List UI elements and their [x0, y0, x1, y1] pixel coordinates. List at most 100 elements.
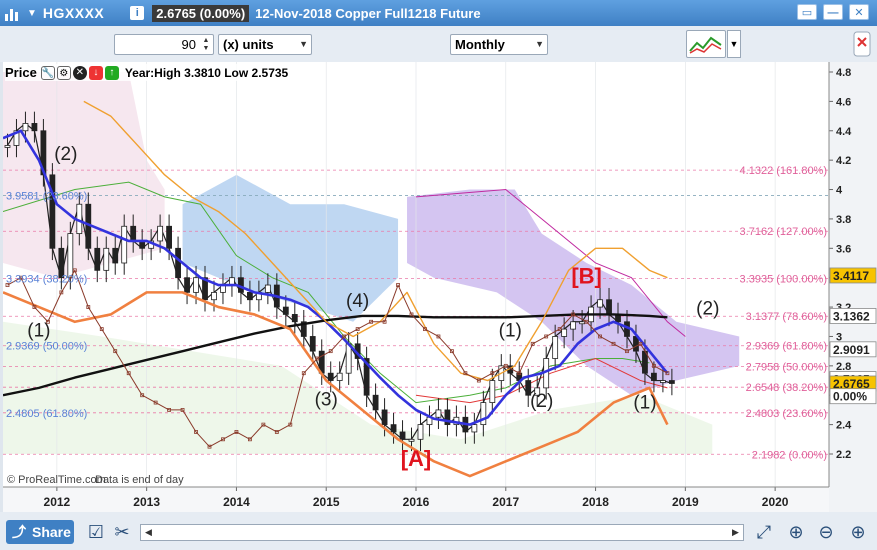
chart-tools-dropdown[interactable]: ▼ [727, 30, 741, 58]
expand-chart-icon[interactable]: ⤢ [752, 520, 776, 544]
chart-header: Price 🔧 ⚙ ✕ ↓ ↑ Year:High 3.3810 Low 2.5… [5, 64, 289, 81]
title-bar: ▼ HGXXXX i 2.6765 (0.00%) 12-Nov-2018 Co… [0, 0, 877, 26]
chart-scrollbar[interactable]: ◀ ▶ [140, 524, 744, 541]
toolbar: 90 ▲ ▼ (x) units ▼ Monthly ▼ ▼ [0, 26, 877, 62]
candle-body [264, 284, 271, 293]
candle-body [597, 299, 603, 308]
fib-label: 2.1982 (0.00%) [752, 449, 827, 461]
candle-body [166, 225, 172, 249]
fib-label: 3.7162 (127.00%) [740, 226, 827, 238]
wave-label: (1) [27, 320, 50, 341]
chart-canvas[interactable]: 4.1322 (161.80%) 3.7162 (127.00%) 3.3935 (… [3, 62, 877, 512]
y-tick-label: 4.2 [836, 155, 851, 167]
share-button[interactable]: ⤴ Share [6, 520, 74, 544]
stepper-arrows-icon[interactable]: ▲ ▼ [201, 37, 211, 53]
wave-label: (2) [54, 144, 77, 165]
candle-body [399, 431, 406, 440]
scroll-right-icon[interactable]: ▶ [728, 525, 743, 540]
wave-label: (2) [530, 391, 553, 412]
app-logo-icon [5, 5, 23, 21]
candle-body [175, 247, 181, 279]
candle-body [579, 321, 585, 325]
candle-body [103, 247, 110, 271]
price-change: 2.6765 (0.00%) [152, 4, 250, 22]
candle-body [22, 123, 29, 132]
price-chart[interactable]: 4.1322 (161.80%) 3.7162 (127.00%) 3.3935 (… [3, 62, 877, 512]
y-tick-label: 4.8 [836, 67, 851, 79]
fib-label: 3.3935 (100.00%) [740, 274, 827, 286]
candle-body [336, 372, 343, 381]
candle-body [327, 372, 334, 381]
candle-body [193, 277, 199, 293]
zoom-in-icon[interactable]: ⊕ [846, 520, 870, 544]
zoom-out-icon[interactable]: ⊖ [814, 520, 838, 544]
up-arrow-icon[interactable]: ↑ [104, 65, 119, 80]
scissors-icon[interactable]: ✂ [110, 520, 134, 544]
price-badge-label: 3.1362 [833, 309, 870, 323]
y-tick-label: 4.4 [836, 126, 852, 138]
candle-body [31, 123, 38, 132]
info-icon[interactable]: i [130, 6, 145, 20]
period-stepper[interactable]: 90 ▲ ▼ [114, 34, 214, 55]
wrench-icon[interactable]: 🔧 [40, 65, 55, 80]
wave-label-major: [B] [571, 264, 602, 289]
watermark-note: Data is end of day [95, 474, 184, 486]
wave-label: (2) [696, 298, 719, 319]
minimize-icon[interactable]: — [823, 4, 843, 20]
pin-icon[interactable] [852, 30, 872, 58]
wave-label: (3) [315, 390, 338, 411]
interval-select[interactable]: Monthly ▼ [450, 34, 548, 55]
candle-body [435, 409, 442, 418]
fib-label-left: 3.3934 (38.20%) [6, 274, 87, 286]
candle-body [660, 380, 666, 383]
fib-label-left: 2.4805 (61.80%) [6, 408, 87, 420]
candle-body [606, 299, 612, 315]
fib-label: 2.7958 (50.00%) [746, 361, 827, 373]
period-value: 90 [181, 37, 196, 52]
wave-label-major: [A] [401, 446, 432, 471]
bottom-bar: ⤴ Share ☑ ✂ ◀ ▶ ⤢ ⊕ ⊖ ⊕ [0, 512, 877, 550]
fib-label: 4.1322 (161.80%) [740, 165, 827, 177]
scroll-left-icon[interactable]: ◀ [141, 525, 156, 540]
candle-body [471, 424, 478, 433]
candle-body [651, 372, 657, 381]
symbol-name[interactable]: HGXXXX [43, 5, 104, 21]
x-tick-label: 2020 [762, 495, 789, 509]
x-tick-label: 2016 [403, 495, 430, 509]
zoom-fit-icon[interactable]: ⊕ [784, 520, 808, 544]
x-tick-label: 2019 [672, 495, 699, 509]
restore-icon[interactable]: ▭ [797, 4, 817, 20]
fib-label: 2.6548 (38.20%) [746, 382, 827, 394]
candle-body [67, 233, 74, 279]
watermark: © ProRealTime.com [7, 474, 106, 486]
units-value: (x) units [223, 37, 274, 52]
instrument-description: 12-Nov-2018 Copper Full1218 Future [255, 5, 481, 21]
chart-tools-button[interactable] [686, 30, 726, 58]
tools-icon[interactable]: ⚙ [56, 65, 71, 80]
wave-label: (1) [633, 392, 656, 413]
candle-body [184, 277, 190, 293]
candle-body [211, 291, 217, 301]
y-tick-label: 4 [836, 185, 843, 197]
y-tick-label: 2.2 [836, 449, 851, 461]
symbol-dropdown-icon[interactable]: ▼ [27, 8, 37, 19]
candle-body [282, 306, 289, 315]
close-icon[interactable]: ✕ [72, 65, 87, 80]
candle-body [309, 336, 316, 352]
y-tick-label: 3.8 [836, 214, 851, 226]
candle-body [345, 343, 352, 374]
units-select[interactable]: (x) units ▼ [218, 34, 312, 55]
candle-body [372, 394, 379, 411]
candle-body [381, 409, 388, 426]
close-icon[interactable]: ✕ [849, 4, 869, 20]
candle-body [668, 380, 675, 384]
checklist-icon[interactable]: ☑ [84, 520, 108, 544]
x-tick-label: 2014 [223, 495, 250, 509]
share-icon: ⤴ [12, 524, 26, 540]
down-arrow-icon[interactable]: ↓ [88, 65, 103, 80]
x-tick-label: 2017 [492, 495, 519, 509]
wave-label: (1) [499, 320, 522, 341]
wave-label: (4) [346, 291, 369, 312]
fib-label-left: 2.9369 (50.00%) [6, 341, 87, 353]
interval-value: Monthly [455, 37, 505, 52]
